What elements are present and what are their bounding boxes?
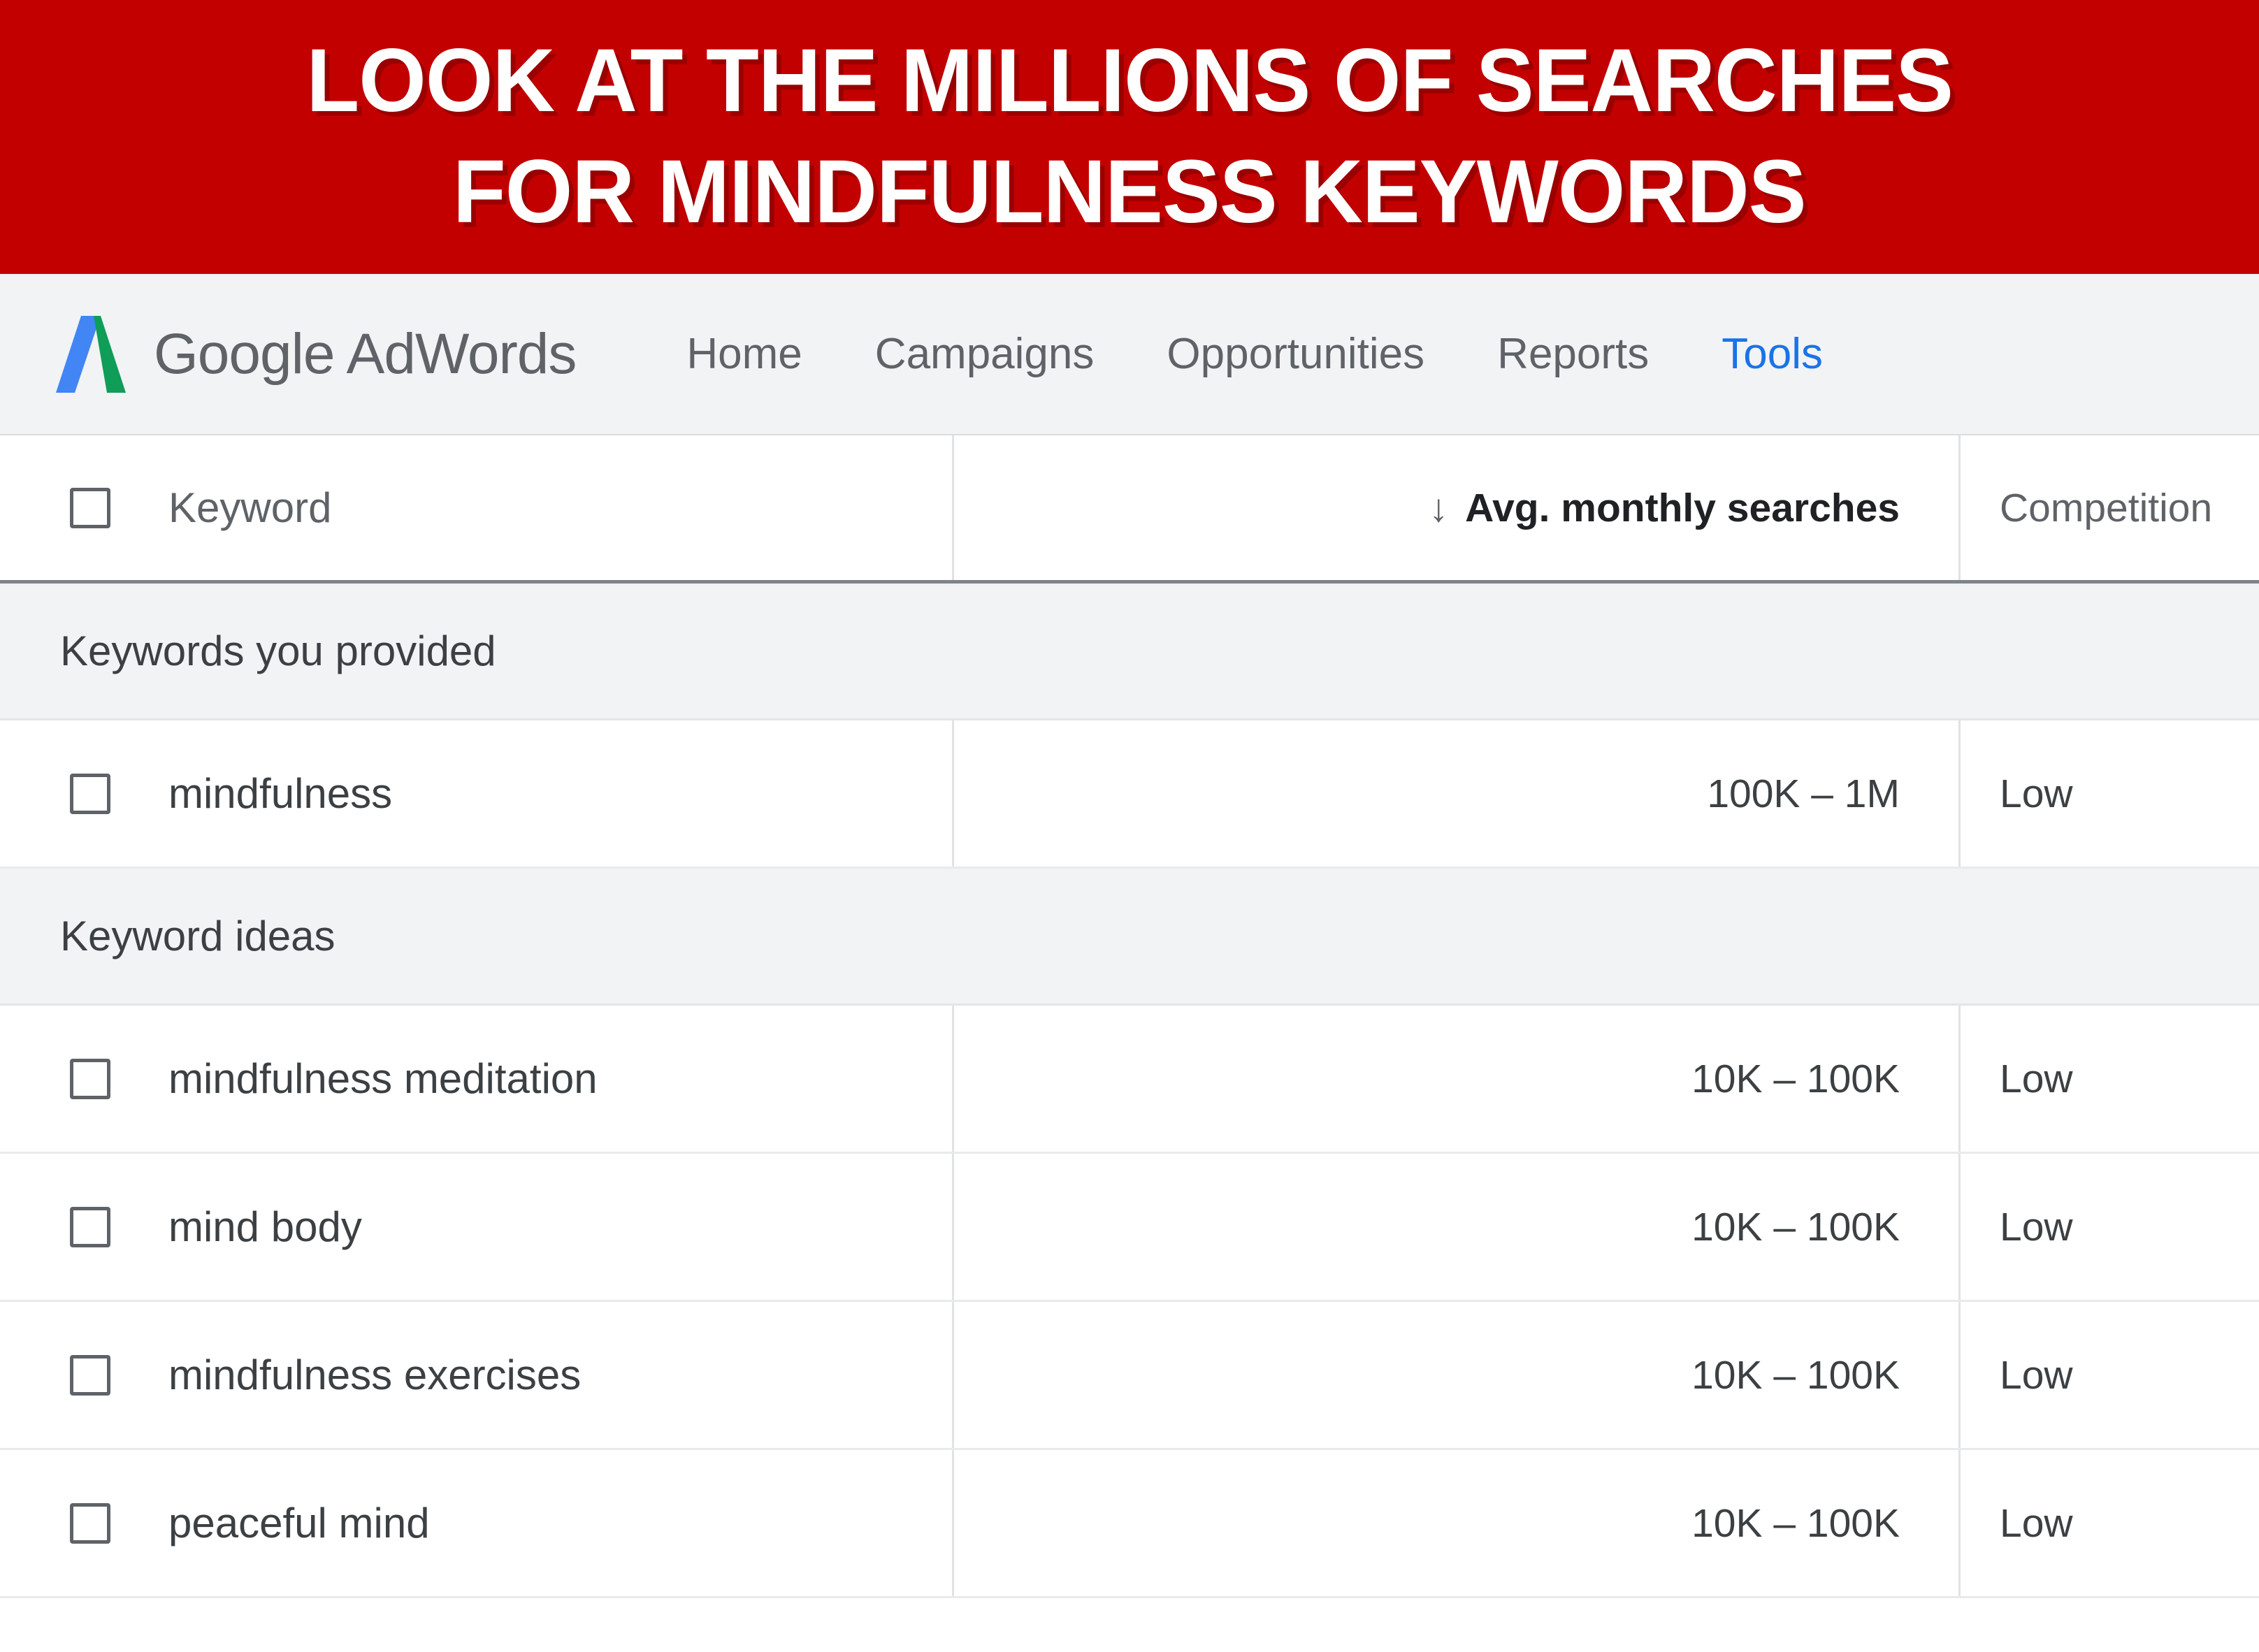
header-cell-avg-monthly-searches[interactable]: ↓ Avg. monthly searches: [954, 435, 1961, 580]
section-header-keywords-you-provided: Keywords you provided: [0, 584, 2259, 720]
row-checkbox-icon[interactable]: [70, 1502, 110, 1544]
section-label: Keywords you provided: [60, 628, 496, 674]
row-keyword-label: peaceful mind: [168, 1500, 430, 1546]
row-cell-avg-monthly-searches: 10K – 100K: [954, 1006, 1961, 1152]
section-label: Keyword ideas: [60, 913, 335, 959]
nav-link-opportunities[interactable]: Opportunities: [1167, 329, 1424, 379]
row-keyword-label: mindfulness: [168, 770, 393, 817]
row-avg-monthly-searches-value: 10K – 100K: [1691, 1056, 1900, 1101]
row-checkbox-icon[interactable]: [70, 1206, 110, 1247]
row-cell-competition: Low: [1961, 1006, 2259, 1152]
row-cell-competition: Low: [1961, 1302, 2259, 1448]
keyword-planner-table: Keyword ↓ Avg. monthly searches Competit…: [0, 435, 2259, 1598]
sort-descending-arrow-icon[interactable]: ↓: [1429, 488, 1448, 528]
row-cell-keyword: peaceful mind: [0, 1450, 954, 1596]
section-header-keyword-ideas: Keyword ideas: [0, 869, 2259, 1006]
select-all-checkbox-icon[interactable]: [70, 487, 110, 528]
row-checkbox-icon[interactable]: [70, 773, 110, 814]
promo-banner: LOOK AT THE MILLIONS OF SEARCHES FOR MIN…: [0, 0, 2259, 274]
row-keyword-label: mindfulness exercises: [168, 1352, 582, 1398]
brand[interactable]: Google AdWords: [55, 315, 577, 393]
row-avg-monthly-searches-value: 10K – 100K: [1691, 1352, 1900, 1398]
nav-link-home[interactable]: Home: [686, 329, 802, 379]
row-cell-keyword: mindfulness meditation: [0, 1006, 954, 1152]
row-cell-competition: Low: [1961, 1154, 2259, 1300]
row-competition-value: Low: [2000, 771, 2073, 816]
nav-link-reports[interactable]: Reports: [1497, 329, 1649, 379]
banner-headline-line-2: FOR MINDFULNESS KEYWORDS: [453, 142, 1807, 242]
row-avg-monthly-searches-value: 10K – 100K: [1691, 1204, 1900, 1249]
table-row[interactable]: mindfulness meditation 10K – 100K Low: [0, 1006, 2259, 1154]
row-cell-avg-monthly-searches: 10K – 100K: [954, 1302, 1961, 1448]
row-cell-competition: Low: [1961, 1450, 2259, 1596]
brand-name: Google AdWords: [154, 321, 577, 386]
adwords-logo-icon: [56, 315, 126, 393]
header-cell-competition[interactable]: Competition: [1961, 435, 2259, 580]
table-row[interactable]: mind body 10K – 100K Low: [0, 1154, 2259, 1302]
row-competition-value: Low: [2000, 1352, 2073, 1398]
table-row[interactable]: peaceful mind 10K – 100K Low: [0, 1450, 2259, 1598]
nav-links: Home Campaigns Opportunities Reports Too…: [686, 329, 2259, 379]
header-cell-keyword[interactable]: Keyword: [0, 435, 954, 580]
row-cell-keyword: mind body: [0, 1154, 954, 1300]
row-competition-value: Low: [2000, 1204, 2073, 1249]
table-row[interactable]: mindfulness exercises 10K – 100K Low: [0, 1302, 2259, 1450]
table-header-row: Keyword ↓ Avg. monthly searches Competit…: [0, 435, 2259, 584]
row-avg-monthly-searches-value: 100K – 1M: [1707, 771, 1900, 816]
row-checkbox-icon[interactable]: [70, 1354, 110, 1396]
row-competition-value: Low: [2000, 1056, 2073, 1101]
row-keyword-label: mind body: [168, 1203, 362, 1250]
header-label-avg-monthly-searches: Avg. monthly searches: [1465, 485, 1900, 530]
app-navbar: Google AdWords Home Campaigns Opportunit…: [0, 274, 2259, 435]
row-cell-avg-monthly-searches: 10K – 100K: [954, 1154, 1961, 1300]
row-cell-competition: Low: [1961, 720, 2259, 867]
nav-link-tools[interactable]: Tools: [1722, 329, 1823, 379]
nav-link-campaigns[interactable]: Campaigns: [875, 329, 1095, 379]
row-cell-avg-monthly-searches: 100K – 1M: [954, 720, 1961, 867]
row-avg-monthly-searches-value: 10K – 100K: [1691, 1500, 1900, 1546]
row-cell-avg-monthly-searches: 10K – 100K: [954, 1450, 1961, 1596]
row-competition-value: Low: [2000, 1500, 2073, 1546]
row-cell-keyword: mindfulness exercises: [0, 1302, 954, 1448]
table-row[interactable]: mindfulness 100K – 1M Low: [0, 720, 2259, 869]
header-label-keyword: Keyword: [168, 484, 332, 531]
banner-headline-line-1: LOOK AT THE MILLIONS OF SEARCHES: [306, 31, 1954, 131]
row-keyword-label: mindfulness meditation: [168, 1055, 598, 1102]
row-cell-keyword: mindfulness: [0, 720, 954, 867]
row-checkbox-icon[interactable]: [70, 1058, 110, 1099]
header-label-competition: Competition: [2000, 485, 2213, 530]
